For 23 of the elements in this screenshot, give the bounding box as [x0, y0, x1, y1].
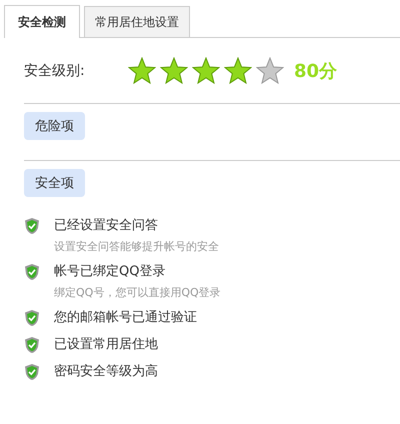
filled-star-icon: [224, 56, 252, 84]
score-text: 80分: [294, 60, 338, 82]
shield-check-icon: [24, 217, 40, 235]
safe-item-title: 帐号已绑定QQ登录: [54, 263, 166, 280]
security-level-label: 安全级别:: [24, 62, 86, 80]
safe-item-title: 您的邮箱帐号已通过验证: [54, 309, 197, 326]
safe-section-label: 安全项: [24, 169, 85, 197]
shield-check-icon: [24, 336, 40, 354]
shield-check-icon: [24, 363, 40, 381]
tab[interactable]: 安全检测: [4, 5, 80, 38]
filled-star-icon: [192, 56, 220, 84]
tab[interactable]: 常用居住地设置: [84, 6, 190, 37]
filled-star-icon: [160, 56, 188, 84]
empty-star-icon: [256, 56, 284, 84]
shield-check-icon: [24, 263, 40, 281]
filled-star-icon: [128, 56, 156, 84]
safe-item-title: 密码安全等级为高: [54, 363, 158, 380]
safe-item-description: 绑定QQ号，您可以直接用QQ登录: [54, 285, 221, 300]
safe-item-title: 已设置常用居住地: [54, 336, 158, 353]
shield-check-icon: [24, 309, 40, 327]
danger-section-label: 危险项: [24, 112, 85, 140]
safe-item-title: 已经设置安全问答: [54, 217, 159, 234]
safe-item-description: 设置安全问答能够提升帐号的安全: [54, 239, 219, 254]
